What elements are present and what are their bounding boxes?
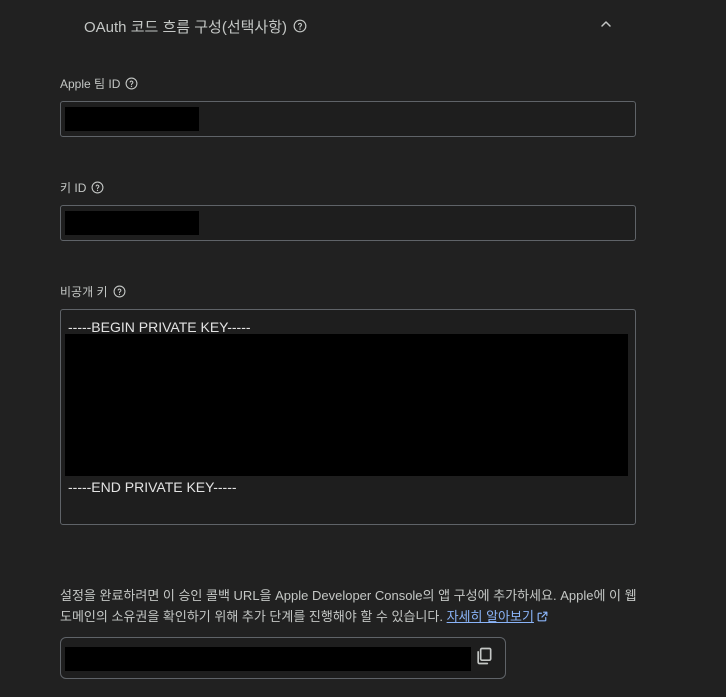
callback-url-field[interactable] [60, 637, 506, 679]
key-id-label: 키 ID [60, 181, 87, 195]
help-circle-icon[interactable] [91, 181, 104, 194]
help-circle-icon[interactable] [113, 285, 126, 298]
private-key-begin-line: -----BEGIN PRIVATE KEY----- [68, 319, 251, 335]
chevron-up-icon[interactable] [598, 16, 614, 32]
oauth-section-header[interactable]: OAuth 코드 흐름 구성(선택사항) [84, 14, 624, 38]
redacted-value [65, 107, 199, 131]
private-key-textarea[interactable]: -----BEGIN PRIVATE KEY----- -----END PRI… [60, 309, 636, 525]
learn-more-link[interactable]: 자세히 알아보기 [447, 609, 549, 624]
copy-icon[interactable] [474, 646, 494, 671]
private-key-label-row: 비공개 키 [60, 283, 126, 300]
oauth-config-page: OAuth 코드 흐름 구성(선택사항) Apple 팀 ID 키 ID 비공개… [0, 0, 726, 697]
copy-button[interactable] [473, 647, 495, 669]
help-circle-icon[interactable] [125, 77, 138, 90]
redacted-value [65, 211, 199, 235]
redacted-callback-url [65, 647, 471, 671]
private-key-label: 비공개 키 [60, 285, 108, 299]
key-id-label-row: 키 ID [60, 179, 104, 196]
learn-more-link-text[interactable]: 자세히 알아보기 [447, 609, 534, 624]
team-id-label-row: Apple 팀 ID [60, 75, 138, 92]
help-circle-icon[interactable] [293, 19, 307, 33]
section-title: OAuth 코드 흐름 구성(선택사항) [84, 18, 288, 36]
open-in-new-icon[interactable] [536, 608, 549, 622]
team-id-label: Apple 팀 ID [60, 77, 121, 91]
callback-description: 설정을 완료하려면 이 승인 콜백 URL을 Apple Developer C… [60, 585, 650, 627]
description-text: 설정을 완료하려면 이 승인 콜백 URL을 Apple Developer C… [60, 588, 637, 624]
private-key-end-line: -----END PRIVATE KEY----- [68, 479, 237, 495]
redacted-key-body [65, 334, 628, 476]
team-id-input[interactable] [60, 101, 636, 137]
key-id-input[interactable] [60, 205, 636, 241]
